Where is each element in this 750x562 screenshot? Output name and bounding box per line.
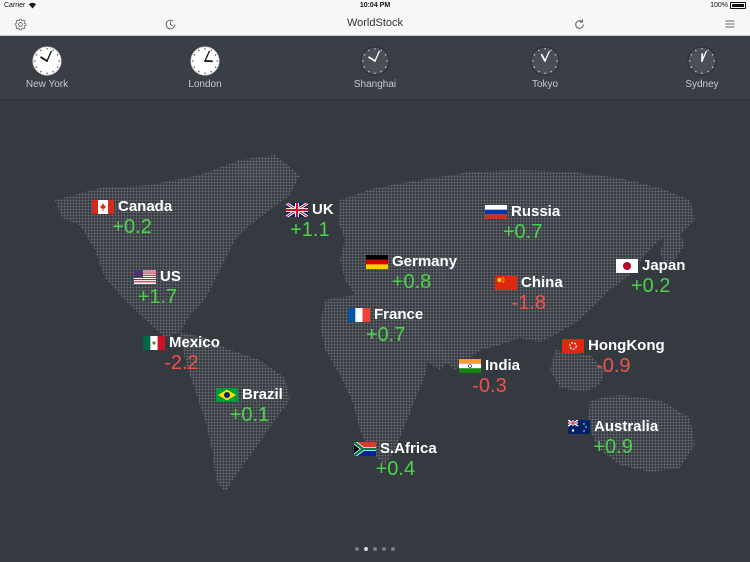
market-name: Japan (642, 257, 686, 274)
market-name: Russia (511, 203, 561, 220)
market-change: +1.7 (137, 286, 178, 308)
market-australia[interactable]: Australia +0.9 (568, 418, 658, 458)
market-south-africa[interactable]: S.Africa +0.4 (354, 440, 437, 480)
market-change: +0.8 (391, 271, 432, 293)
clock-face-icon (360, 46, 390, 76)
market-hongkong[interactable]: HongKong -0.9 (562, 337, 665, 377)
india-flag-icon (459, 358, 481, 373)
page-dot[interactable] (355, 547, 359, 551)
clock-london[interactable]: London (165, 46, 245, 90)
market-name: Canada (118, 198, 173, 215)
market-change: -2.2 (164, 352, 199, 374)
clock-city-label: New York (25, 79, 69, 90)
uk-flag-icon (286, 202, 308, 217)
france-flag-icon (348, 307, 370, 322)
world-map: Canada +0.2 UK +1.1 Russia +0.7 US +1.7 … (0, 100, 750, 562)
refresh-icon (574, 18, 584, 29)
clock-tokyo[interactable]: Tokyo (505, 46, 585, 90)
market-name: Australia (594, 418, 659, 435)
page-dot[interactable] (382, 547, 386, 551)
clock-face-icon (190, 46, 220, 76)
market-change: +0.7 (365, 324, 406, 346)
market-name: Germany (392, 253, 458, 270)
market-uk[interactable]: UK +1.1 (286, 201, 334, 241)
market-india[interactable]: India -0.3 (459, 357, 520, 397)
clock-new-york[interactable]: New York (7, 46, 87, 90)
market-change: +0.2 (630, 275, 671, 297)
market-change: +0.7 (502, 221, 543, 243)
status-time: 10:04 PM (359, 2, 391, 9)
battery-percent: 100% (710, 2, 728, 9)
market-name: Brazil (242, 386, 283, 403)
market-name: UK (312, 201, 334, 218)
market-change: +1.1 (290, 219, 330, 241)
market-name: HongKong (588, 337, 665, 354)
australia-flag-icon (568, 419, 590, 434)
clock-face-icon (32, 46, 62, 76)
market-japan[interactable]: Japan +0.2 (616, 257, 685, 297)
market-name: Mexico (169, 334, 220, 351)
market-name: France (374, 306, 424, 323)
canada-flag-icon (92, 199, 114, 214)
market-change: +0.4 (375, 458, 416, 480)
clock-shanghai[interactable]: Shanghai (335, 46, 415, 90)
market-france[interactable]: France +0.7 (348, 306, 423, 346)
hongkong-flag-icon (562, 338, 584, 353)
menu-button[interactable] (722, 16, 738, 32)
world-clocks: New York London Shanghai Tokyo Sydney (0, 36, 750, 100)
clock-sydney[interactable]: Sydney (662, 46, 742, 90)
battery-icon (730, 2, 746, 9)
nav-bar: WorldStock (0, 12, 750, 36)
us-flag-icon (134, 269, 156, 284)
page-dot-active[interactable] (364, 547, 368, 551)
mexico-flag-icon (143, 335, 165, 350)
refresh-button[interactable] (571, 16, 587, 32)
page-indicator[interactable] (0, 547, 750, 551)
brazil-flag-icon (216, 387, 238, 402)
market-russia[interactable]: Russia +0.7 (485, 203, 560, 243)
market-name: China (521, 274, 563, 291)
clock-face-icon (530, 46, 560, 76)
battery-indicator: 100% (710, 2, 746, 9)
hamburger-menu-icon (725, 20, 735, 28)
germany-flag-icon (366, 254, 388, 269)
page-dot[interactable] (391, 547, 395, 551)
market-us[interactable]: US +1.7 (134, 268, 181, 308)
china-flag-icon (495, 275, 517, 290)
market-change: +0.9 (593, 436, 633, 458)
market-name: India (485, 357, 521, 374)
clock-city-label: Tokyo (531, 79, 559, 90)
market-change: +0.1 (229, 404, 270, 426)
market-name: S.Africa (380, 440, 437, 457)
market-change: -0.3 (472, 375, 507, 397)
clock-face-icon (687, 46, 717, 76)
market-germany[interactable]: Germany +0.8 (366, 253, 457, 293)
clock-city-label: Sydney (685, 79, 719, 90)
market-change: +0.2 (112, 216, 152, 238)
status-bar: Carrier 10:04 PM 100% (0, 0, 750, 12)
japan-flag-icon (616, 258, 638, 273)
market-canada[interactable]: Canada +0.2 (92, 198, 172, 238)
market-brazil[interactable]: Brazil +0.1 (216, 386, 283, 426)
page-dot[interactable] (373, 547, 377, 551)
market-name: US (160, 268, 181, 285)
market-mexico[interactable]: Mexico -2.2 (143, 334, 220, 374)
market-change: -1.8 (511, 292, 547, 314)
market-china[interactable]: China -1.8 (495, 274, 563, 314)
russia-flag-icon (485, 204, 507, 219)
clock-city-label: Shanghai (353, 79, 397, 90)
clock-city-label: London (188, 79, 222, 90)
south-africa-flag-icon (354, 441, 376, 456)
market-change: -0.9 (596, 355, 631, 377)
app-title: WorldStock (346, 17, 404, 29)
